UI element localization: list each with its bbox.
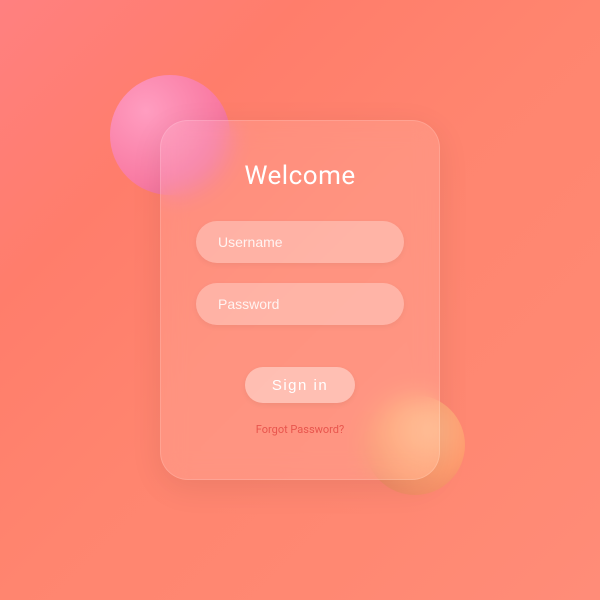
signin-button[interactable]: Sign in — [245, 367, 355, 403]
username-field[interactable] — [196, 221, 404, 263]
password-field[interactable] — [196, 283, 404, 325]
forgot-password-link[interactable]: Forgot Password? — [256, 423, 344, 436]
login-card: Welcome Sign in Forgot Password? — [160, 120, 440, 480]
welcome-title: Welcome — [244, 161, 355, 191]
